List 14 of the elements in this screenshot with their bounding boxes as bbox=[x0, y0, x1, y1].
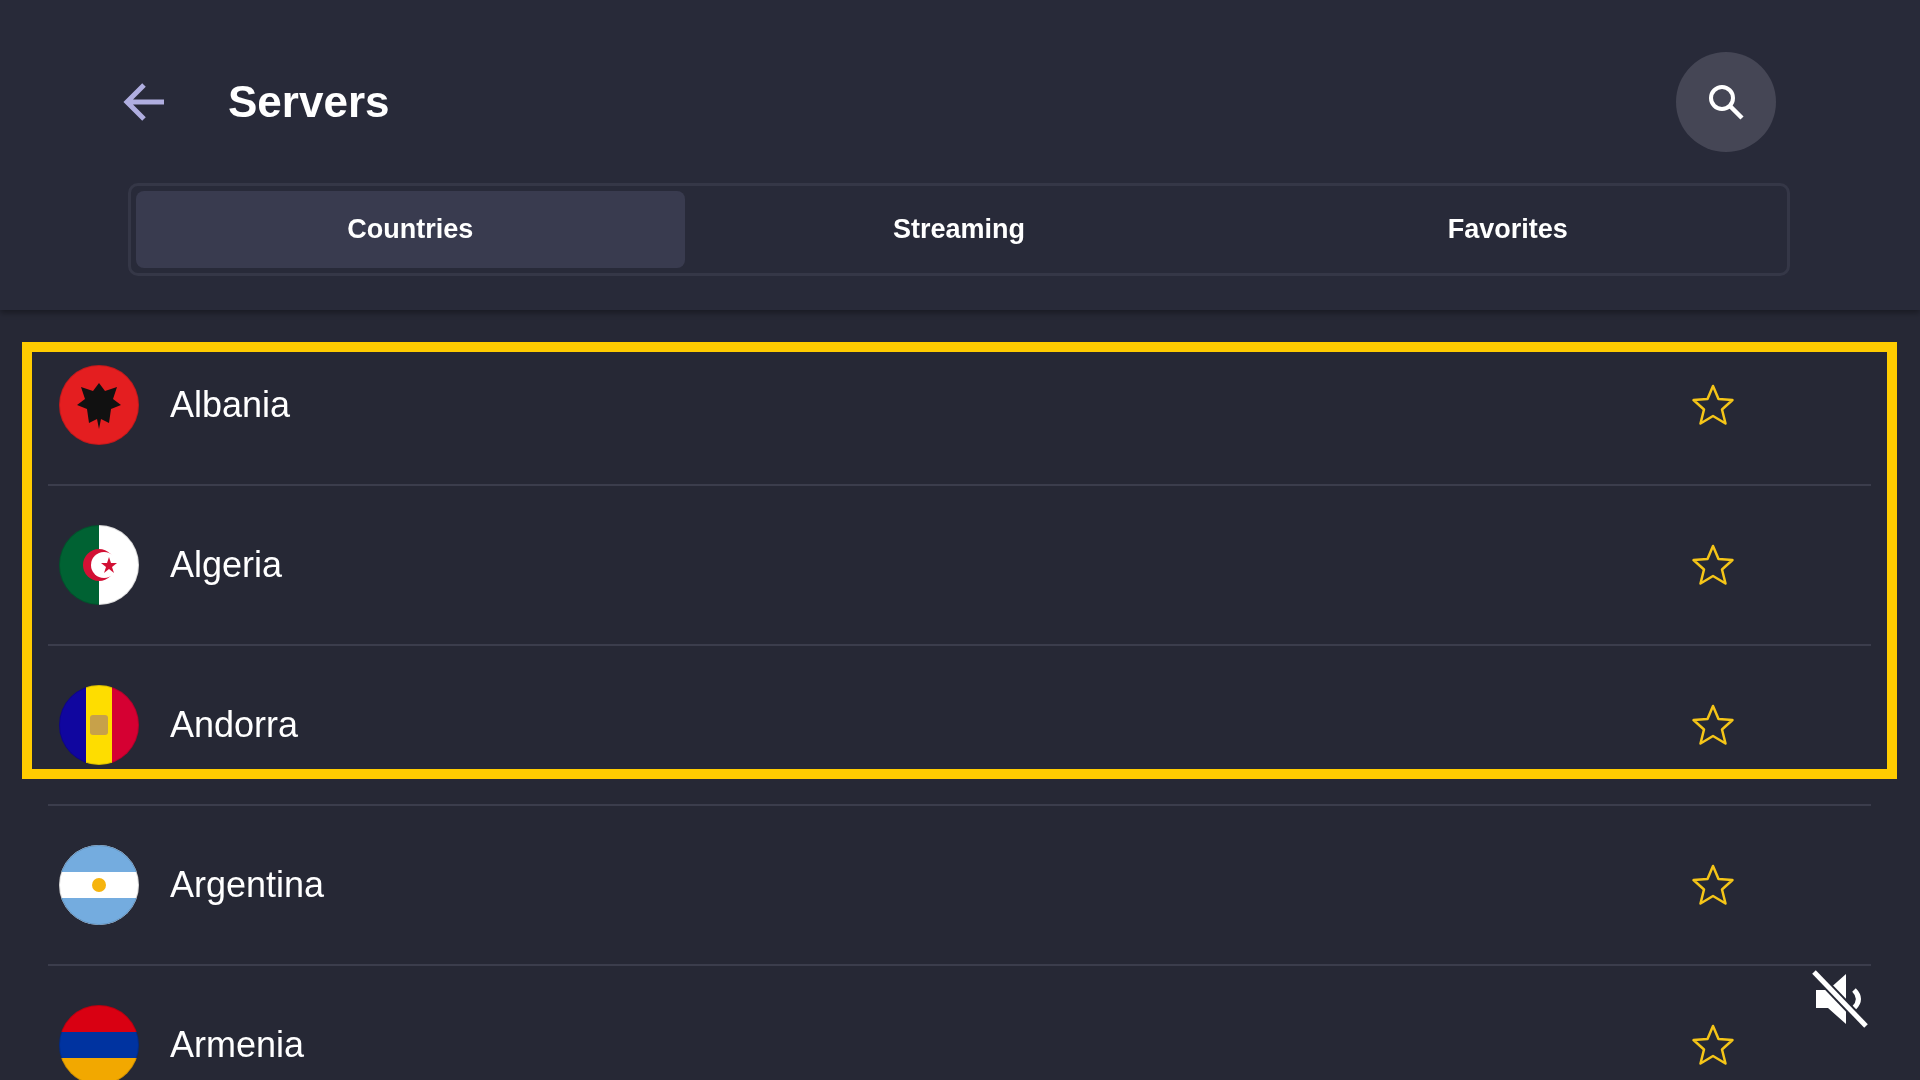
flag-icon bbox=[59, 1005, 139, 1080]
flag-icon bbox=[59, 365, 139, 445]
tab[interactable]: Streaming bbox=[684, 191, 1234, 268]
country-name: Andorra bbox=[170, 704, 300, 746]
search-icon bbox=[1706, 82, 1746, 122]
country-name: Albania bbox=[170, 384, 292, 426]
country-name: Argentina bbox=[170, 864, 326, 906]
country-name: Armenia bbox=[170, 1024, 306, 1066]
tab[interactable]: Countries bbox=[136, 191, 685, 268]
flag-icon bbox=[59, 685, 139, 765]
flag-icon bbox=[59, 525, 139, 605]
tab[interactable]: Favorites bbox=[1233, 191, 1782, 268]
country-name: Algeria bbox=[170, 544, 284, 586]
page-title: Servers bbox=[228, 77, 391, 127]
